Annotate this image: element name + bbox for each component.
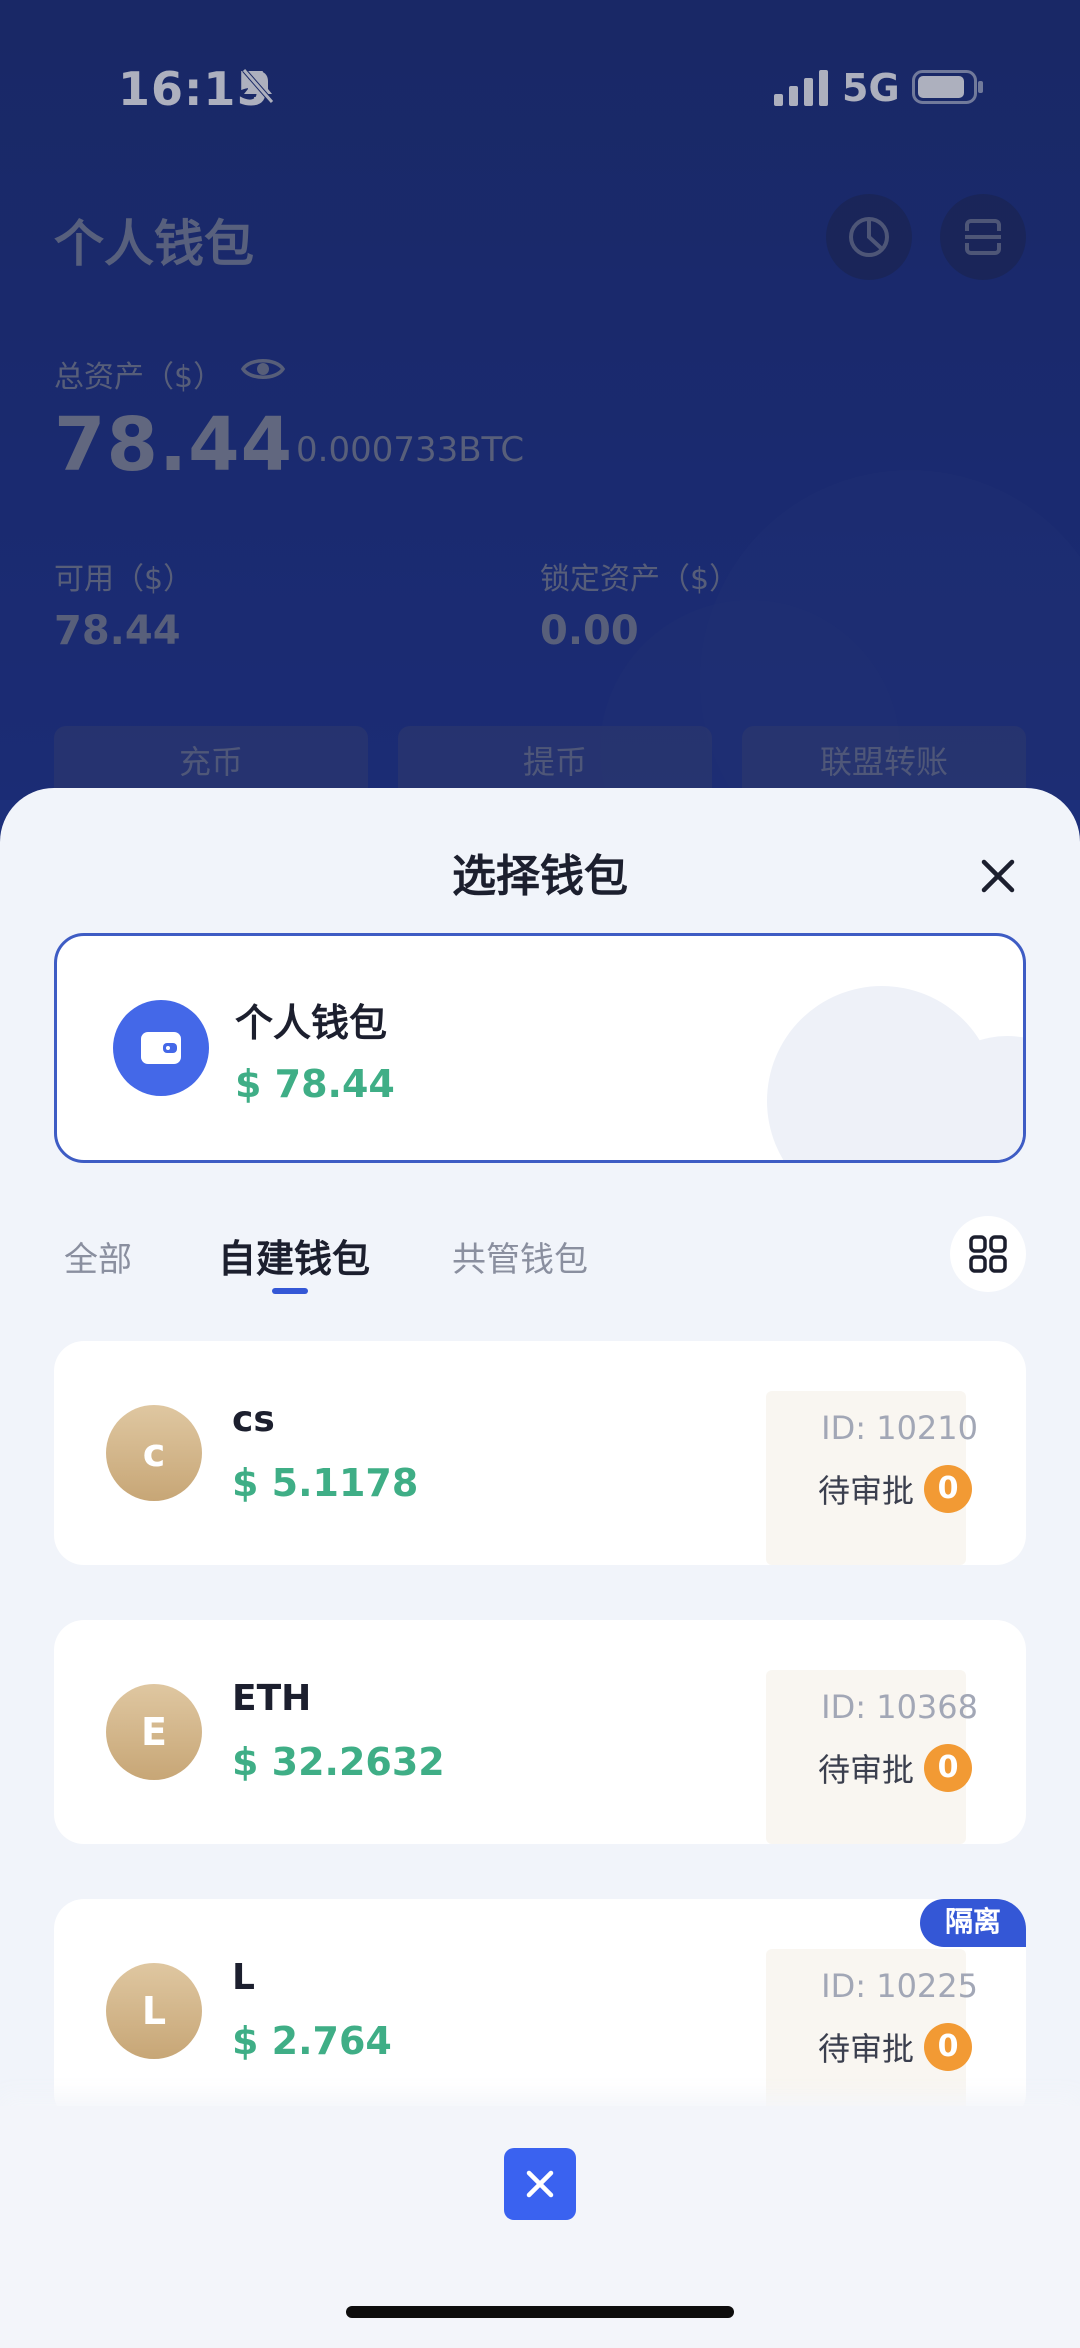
pending-label: 待审批 [817,1472,914,1510]
wallet-amount: $ 2.764 [232,2019,392,2063]
current-wallet-amount: $ 78.44 [235,1062,395,1106]
pending-label: 待审批 [817,1751,914,1789]
isolated-tag: 隔离 [920,1899,1026,1947]
wallet-initial-avatar: L [106,1963,202,2059]
wallet-type-tabs: 全部 自建钱包 共管钱包 [0,1208,1080,1308]
tab-all[interactable]: 全部 [64,1232,132,1281]
pending-label: 待审批 [817,2030,914,2068]
wallet-name: cs [232,1399,275,1440]
wallet-initial-avatar: c [106,1405,202,1501]
home-indicator[interactable] [346,2306,734,2318]
wallet-card[interactable]: 隔离 L L $ 2.764 ID: 10225 待审批 0 [54,1899,1026,2123]
current-wallet-name: 个人钱包 [235,1001,388,1045]
wallet-name: ETH [232,1678,312,1719]
pending-approval: 待审批 0 [818,1465,972,1513]
pending-count-badge: 0 [924,1744,972,1792]
dismiss-button[interactable] [504,2148,576,2220]
wallet-amount: $ 32.2632 [232,1740,445,1784]
wallet-name: L [232,1957,255,1998]
pending-approval: 待审批 0 [818,1744,972,1792]
pending-approval: 待审批 0 [818,2023,972,2071]
close-icon [526,2170,554,2198]
wallet-icon [141,1032,181,1064]
close-icon[interactable] [978,856,1018,896]
wallet-amount: $ 5.1178 [232,1461,419,1505]
active-tab-indicator [272,1288,308,1294]
wallet-avatar [113,1000,209,1096]
wallet-home-background: 16:15 5G 个人钱包 总资产（$） 78.44 0.000733BTC 可… [0,0,1080,800]
wallet-card[interactable]: c cs $ 5.1178 ID: 10210 待审批 0 [54,1341,1026,1565]
wallet-card[interactable]: E ETH $ 32.2632 ID: 10368 待审批 0 [54,1620,1026,1844]
bottom-bar [0,2106,1080,2348]
sheet-title: 选择钱包 [452,851,628,902]
wallet-id: ID: 10368 [821,1688,978,1726]
tab-self-built[interactable]: 自建钱包 [218,1228,370,1283]
wallet-initial-avatar: E [106,1684,202,1780]
tab-shared[interactable]: 共管钱包 [452,1232,588,1281]
wallet-id: ID: 10225 [821,1967,978,2005]
current-wallet-card[interactable]: 个人钱包 $ 78.44 [54,933,1026,1163]
modal-overlay[interactable] [0,0,1080,800]
wallet-id: ID: 10210 [821,1409,978,1447]
select-wallet-sheet: 选择钱包 个人钱包 $ 78.44 全部 自建钱包 共管钱包 c cs $ 5.… [0,788,1080,2348]
pending-count-badge: 0 [924,2023,972,2071]
grid-view-button[interactable] [950,1216,1026,1292]
grid-icon [969,1235,1007,1273]
pending-count-badge: 0 [924,1465,972,1513]
